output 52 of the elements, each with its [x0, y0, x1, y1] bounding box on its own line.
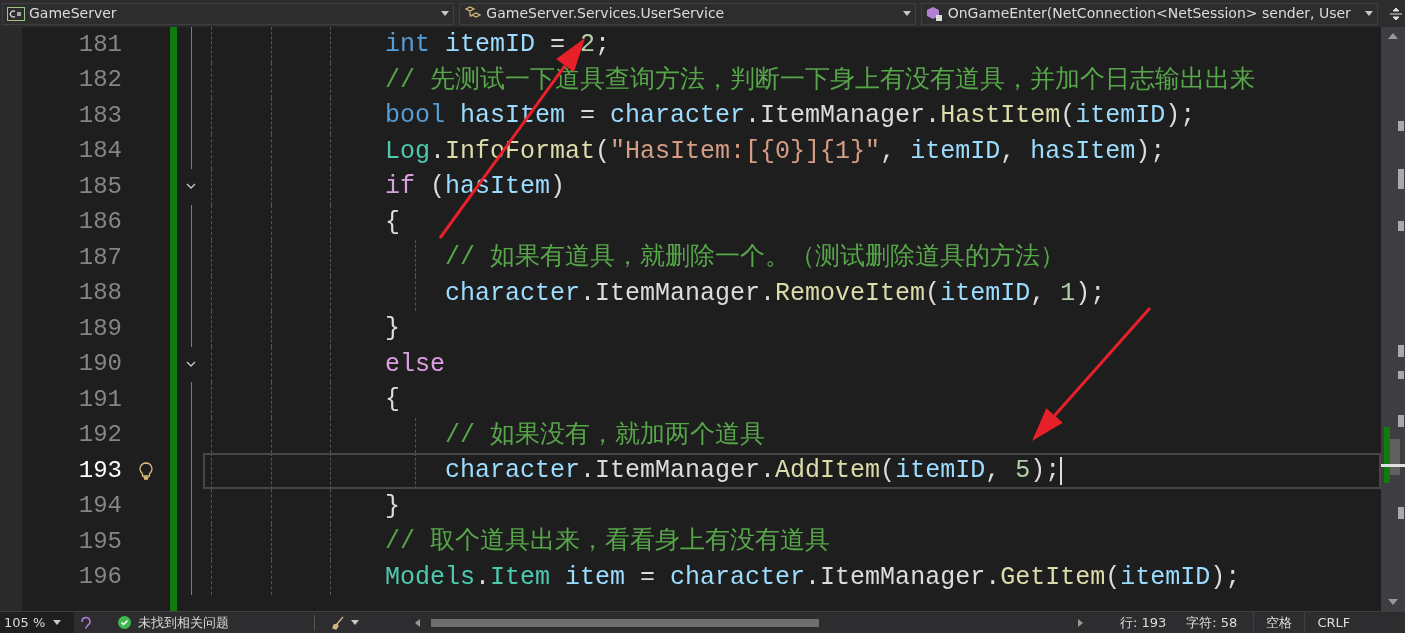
line-number: 186 [77, 207, 122, 238]
collapse-chevron-icon[interactable] [186, 360, 196, 368]
line-number: 182 [77, 65, 122, 96]
line-number: 196 [77, 562, 122, 593]
dropdown-caret-icon [351, 620, 359, 625]
code-line: { [385, 384, 400, 416]
code-line: character.ItemManager.AddItem(itemID, 5); [445, 455, 1061, 487]
zoom-dropdown[interactable]: 105 % [0, 612, 74, 633]
column-indicator[interactable]: 字符: 58 [1186, 612, 1238, 633]
text-cursor [1060, 456, 1063, 485]
code-line: // 取个道具出来，看看身上有没有道具 [385, 526, 830, 558]
code-line: { [385, 206, 400, 239]
line-number: 181 [77, 29, 122, 60]
code-line: int itemID = 2; [385, 29, 611, 61]
line-number: 189 [77, 313, 122, 344]
dropdown-caret-icon [1365, 11, 1374, 16]
dropdown-caret-icon [441, 11, 450, 16]
ear-icon[interactable] [78, 615, 92, 630]
lightbulb-icon[interactable] [139, 461, 153, 480]
csharp-project-icon [7, 6, 25, 21]
code-line: else [385, 348, 445, 381]
line-number: 187 [77, 242, 122, 273]
code-line: // 如果没有，就加两个道具 [445, 419, 765, 452]
line-number: 194 [77, 491, 122, 522]
line-indicator[interactable]: 行: 193 [1120, 612, 1167, 633]
collapse-chevron-icon[interactable] [186, 183, 196, 191]
code-line: character.ItemManager.RemoveItem(itemID, 1); [445, 277, 1106, 310]
line-number: 195 [77, 526, 122, 557]
dropdown-caret-icon [53, 620, 62, 625]
line-number: 184 [77, 136, 122, 167]
whitespace-indicator[interactable]: 空格 [1253, 612, 1305, 633]
code-line: Models.Item item = character.ItemManager.GetItem(itemID); [385, 561, 1241, 594]
line-number: 183 [77, 100, 122, 131]
code-line: } [385, 313, 400, 345]
method-icon [925, 5, 944, 22]
vertical-scrollbar[interactable] [1381, 27, 1405, 611]
navigation-dropdown[interactable]: GameServer [2, 2, 455, 25]
line-number: 188 [77, 278, 122, 309]
line-number: 193 [77, 455, 122, 486]
navigation-dropdown[interactable]: OnGameEnter(NetConnection<NetSession> sender, User [920, 2, 1379, 25]
code-line: // 如果有道具，就删除一个。（测试删除道具的方法） [445, 242, 1065, 274]
line-number: 190 [77, 349, 122, 380]
line-number: 185 [77, 171, 122, 202]
line-number: 192 [77, 420, 122, 451]
line-number: 191 [77, 384, 122, 415]
dropdown-caret-icon [902, 11, 911, 16]
split-window-icon[interactable] [1389, 6, 1403, 21]
navigation-dropdown[interactable]: GameServer.Services.UserService [459, 2, 916, 25]
line-ending-indicator[interactable]: CRLF [1304, 612, 1363, 633]
issues-status[interactable]: 未找到相关问题 [138, 612, 314, 633]
code-line: } [385, 490, 400, 523]
check-circle-icon [118, 616, 131, 629]
